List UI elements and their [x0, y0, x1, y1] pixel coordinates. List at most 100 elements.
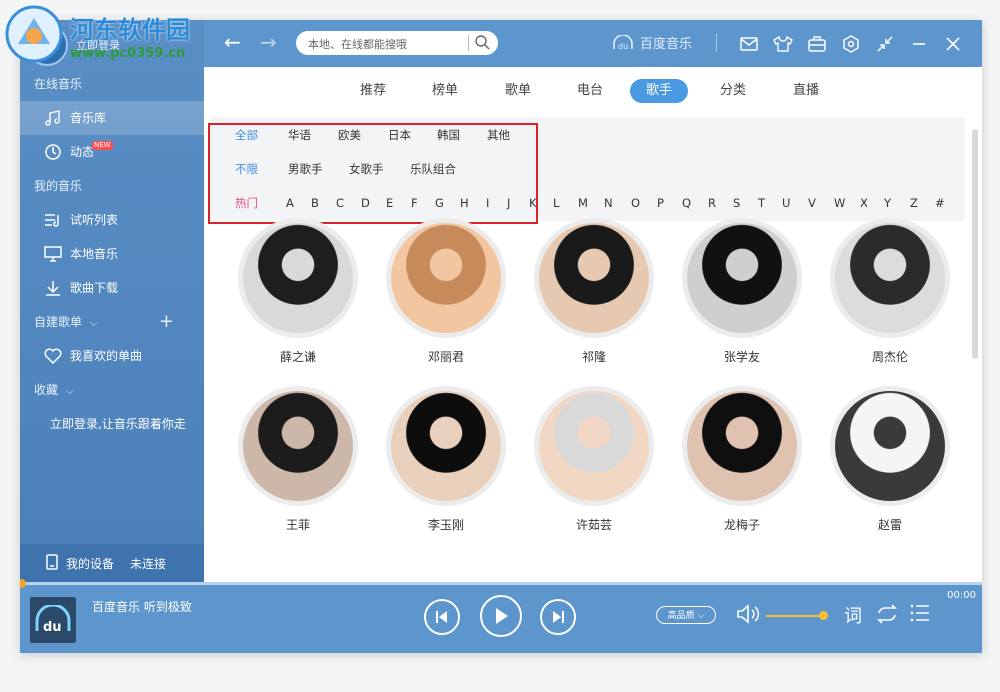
artist-avatar-ring[interactable]	[534, 386, 654, 506]
filter-letter-s[interactable]: S	[733, 193, 740, 213]
artist-photo[interactable]	[835, 223, 945, 333]
artist-card[interactable]: 赵雷	[830, 386, 950, 533]
artist-photo[interactable]	[539, 223, 649, 333]
tab-live[interactable]: 直播	[777, 79, 835, 103]
artist-photo[interactable]	[243, 391, 353, 501]
volume-slider[interactable]	[766, 615, 822, 617]
filter-letter-l[interactable]: L	[553, 193, 559, 213]
back-arrow-icon[interactable]: ←	[224, 30, 241, 54]
album-cover[interactable]: du	[30, 597, 76, 643]
artist-card[interactable]: 周杰伦	[830, 218, 950, 365]
artist-photo[interactable]	[835, 391, 945, 501]
chevron-down-icon[interactable]: ⌵	[90, 318, 98, 329]
volume-icon[interactable]	[736, 604, 760, 629]
add-playlist-icon[interactable]: +	[159, 305, 174, 339]
artist-name[interactable]: 祁隆	[534, 348, 654, 365]
tab-radio[interactable]: 电台	[561, 79, 619, 103]
skin-shirt-icon[interactable]	[772, 33, 794, 55]
artist-name[interactable]: 李玉刚	[386, 516, 506, 533]
sidebar-item-music-library[interactable]: 音乐库	[20, 101, 204, 135]
artist-avatar-ring[interactable]	[830, 218, 950, 338]
artist-card[interactable]: 薛之谦	[238, 218, 358, 365]
close-icon[interactable]	[942, 33, 964, 55]
artist-photo[interactable]	[391, 223, 501, 333]
filter-letter-x[interactable]: X	[860, 193, 868, 213]
artist-card[interactable]: 祁隆	[534, 218, 654, 365]
tab-playlists[interactable]: 歌单	[489, 79, 547, 103]
mini-mode-icon[interactable]	[874, 33, 896, 55]
scrollbar[interactable]	[972, 129, 978, 359]
artist-name[interactable]: 薛之谦	[238, 348, 358, 365]
previous-button[interactable]	[424, 599, 460, 635]
volume-handle[interactable]	[819, 611, 828, 620]
artist-card[interactable]: 许茹芸	[534, 386, 654, 533]
filter-letter-u[interactable]: U	[782, 193, 790, 213]
login-hint[interactable]: 立即登录,让音乐跟着你走	[20, 407, 204, 441]
playlist-queue-icon[interactable]	[910, 604, 930, 627]
filter-letter-v[interactable]: V	[808, 193, 816, 213]
section-custom-playlist[interactable]: 自建歌单 ⌵ +	[20, 305, 204, 339]
filter-letter-other[interactable]: #	[935, 193, 945, 213]
artist-avatar-ring[interactable]	[238, 386, 358, 506]
device-bar[interactable]: 我的设备 未连接	[20, 544, 204, 582]
forward-arrow-icon[interactable]: →	[260, 30, 277, 54]
filter-letter-n[interactable]: N	[604, 193, 613, 213]
filter-letter-t[interactable]: T	[758, 193, 765, 213]
artist-avatar-ring[interactable]	[830, 386, 950, 506]
artist-avatar-ring[interactable]	[238, 218, 358, 338]
chevron-down-icon[interactable]: ⌵	[66, 386, 74, 397]
tab-charts[interactable]: 榜单	[416, 79, 474, 103]
sidebar-item-activity[interactable]: 动态 NEW	[20, 135, 204, 169]
lyrics-button[interactable]: 词	[844, 602, 862, 628]
artist-name[interactable]: 邓丽君	[386, 348, 506, 365]
artist-avatar-ring[interactable]	[682, 218, 802, 338]
filter-letter-p[interactable]: P	[657, 193, 664, 213]
filter-letter-m[interactable]: M	[578, 193, 588, 213]
progress-handle[interactable]	[20, 579, 26, 588]
mail-icon[interactable]	[738, 33, 760, 55]
artist-card[interactable]: 张学友	[682, 218, 802, 365]
toolbox-icon[interactable]	[806, 33, 828, 55]
filter-letter-z[interactable]: Z	[910, 193, 918, 213]
artist-name[interactable]: 许茹芸	[534, 516, 654, 533]
tab-categories[interactable]: 分类	[704, 79, 762, 103]
sidebar-item-download[interactable]: 歌曲下载	[20, 271, 204, 305]
artist-card[interactable]: 王菲	[238, 386, 358, 533]
quality-dropdown[interactable]: 高品质 ⌵	[656, 606, 716, 624]
tab-recommend[interactable]: 推荐	[344, 79, 402, 103]
artist-name[interactable]: 龙梅子	[682, 516, 802, 533]
filter-letter-r[interactable]: R	[708, 193, 716, 213]
artist-photo[interactable]	[243, 223, 353, 333]
artist-name[interactable]: 王菲	[238, 516, 358, 533]
filter-letter-y[interactable]: Y	[884, 193, 891, 213]
artist-name[interactable]: 张学友	[682, 348, 802, 365]
artist-photo[interactable]	[687, 391, 797, 501]
minimize-icon[interactable]	[908, 33, 930, 55]
artist-photo[interactable]	[391, 391, 501, 501]
artist-photo[interactable]	[687, 223, 797, 333]
artist-avatar-ring[interactable]	[534, 218, 654, 338]
artist-card[interactable]: 龙梅子	[682, 386, 802, 533]
filter-letter-q[interactable]: Q	[682, 193, 691, 213]
artist-name[interactable]: 周杰伦	[830, 348, 950, 365]
artist-avatar-ring[interactable]	[386, 218, 506, 338]
artist-avatar-ring[interactable]	[386, 386, 506, 506]
tab-singers[interactable]: 歌手	[630, 79, 689, 103]
search-box[interactable]: 本地、在线都能搜哦	[296, 31, 498, 55]
sidebar-item-playlist[interactable]: 试听列表	[20, 203, 204, 237]
search-icon[interactable]	[474, 34, 490, 53]
section-collection[interactable]: 收藏 ⌵	[20, 373, 204, 407]
artist-name[interactable]: 赵雷	[830, 516, 950, 533]
artist-card[interactable]: 邓丽君	[386, 218, 506, 365]
filter-letter-w[interactable]: W	[834, 193, 845, 213]
sidebar-item-favorite[interactable]: 我喜欢的单曲	[20, 339, 204, 373]
artist-avatar-ring[interactable]	[682, 386, 802, 506]
sidebar-item-local-music[interactable]: 本地音乐	[20, 237, 204, 271]
repeat-icon[interactable]	[876, 604, 898, 629]
next-button[interactable]	[540, 599, 576, 635]
progress-bar[interactable]	[20, 579, 982, 588]
artist-photo[interactable]	[539, 391, 649, 501]
search-input[interactable]: 本地、在线都能搜哦	[308, 36, 407, 52]
filter-letter-o[interactable]: O	[631, 193, 640, 213]
play-button[interactable]	[480, 595, 522, 637]
